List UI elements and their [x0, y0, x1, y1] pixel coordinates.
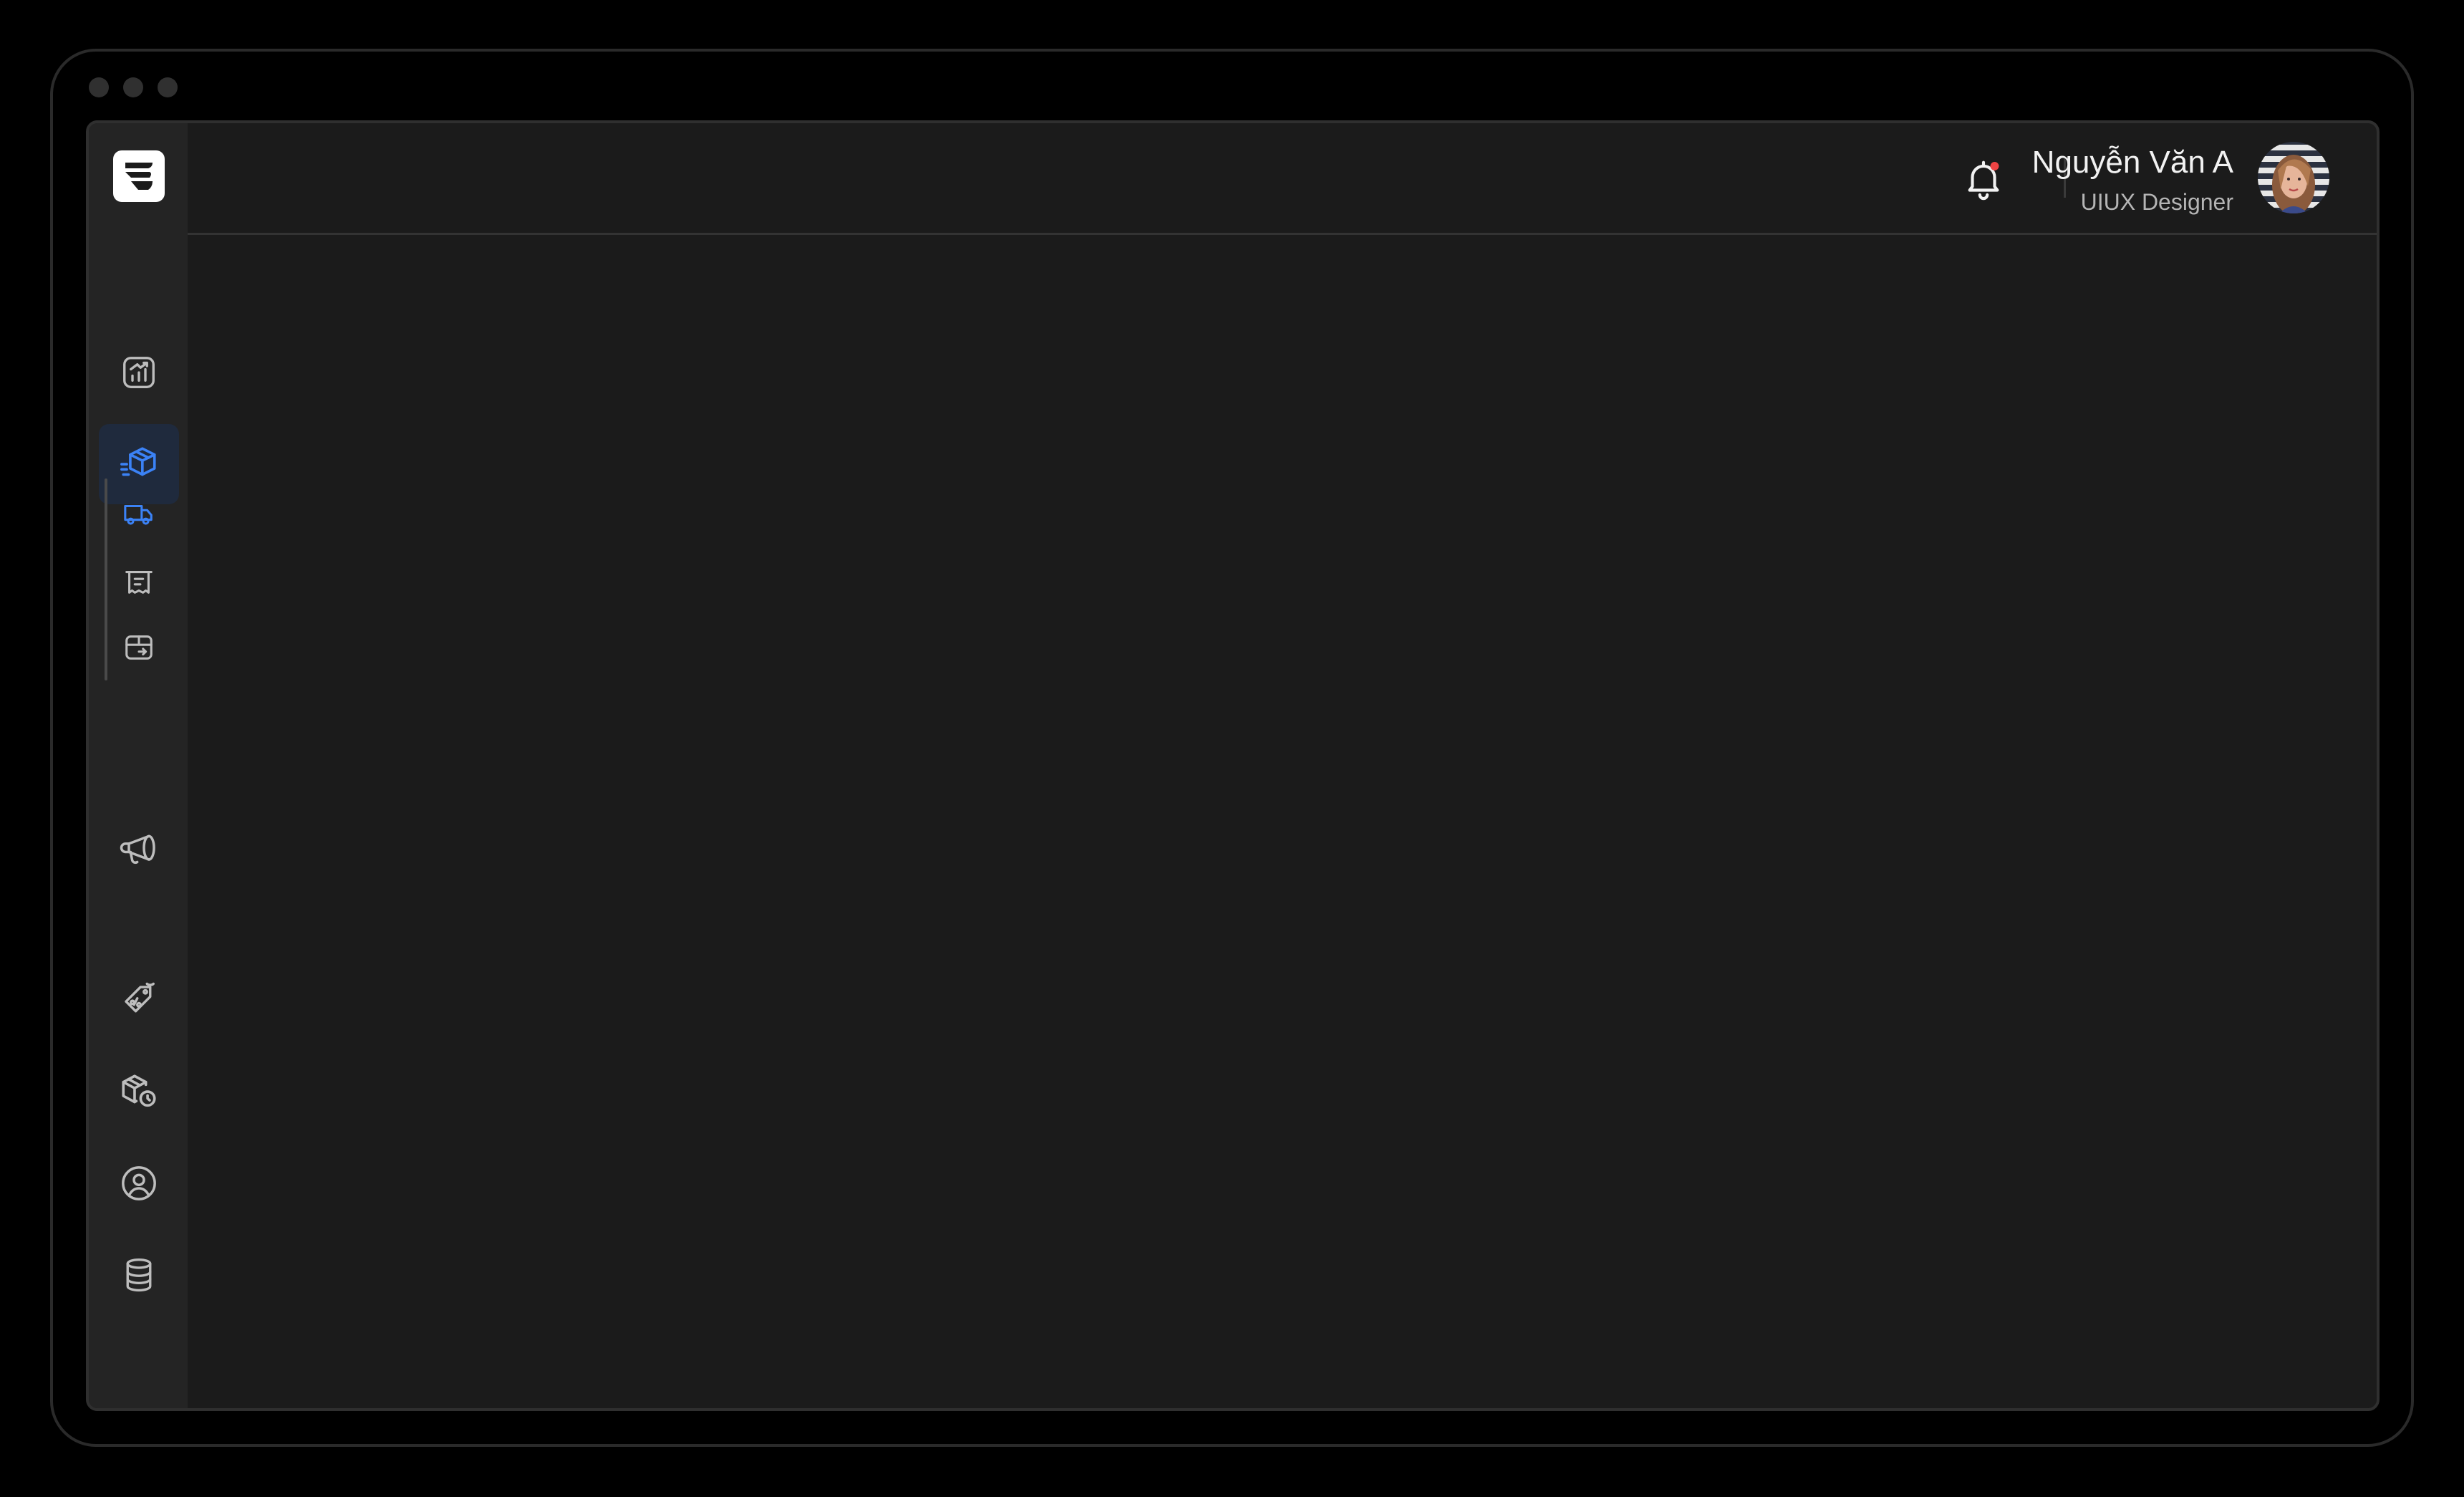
user-circle-icon [122, 1166, 156, 1200]
nav-sub-invoices[interactable] [110, 553, 168, 610]
box-delivery-icon [120, 447, 156, 476]
nav-inventory[interactable] [99, 1051, 179, 1132]
main-content [188, 237, 2377, 1408]
sidebar [89, 123, 188, 1408]
analytics-chart-icon [123, 357, 155, 388]
window-close-dot[interactable] [89, 77, 109, 97]
window-minimize-dot[interactable] [123, 77, 143, 97]
nav-database[interactable] [99, 1235, 179, 1315]
price-tag-icon [125, 982, 155, 1013]
app-window: Nguyễn Văn A UIUX Designer [86, 120, 2380, 1411]
nav-sub-shipping[interactable] [110, 486, 168, 543]
truck-icon [124, 504, 153, 525]
submenu-indicator-line [105, 478, 107, 680]
user-name: Nguyễn Văn A [2031, 145, 2233, 180]
device-frame: Nguyễn Văn A UIUX Designer [50, 49, 2414, 1447]
database-icon [126, 1258, 152, 1292]
receipt-icon [125, 571, 153, 594]
window-maximize-dot[interactable] [158, 77, 178, 97]
box-clock-icon [122, 1074, 156, 1107]
box-return-icon [125, 635, 153, 660]
nav-sub-returns[interactable] [110, 619, 168, 676]
avatar[interactable] [2258, 142, 2329, 213]
nav-marketing[interactable] [99, 809, 179, 890]
bell-icon [1968, 160, 1999, 201]
avatar-image [2272, 155, 2315, 213]
notification-dot [1990, 161, 1999, 170]
top-bar: Nguyễn Văn A UIUX Designer [188, 123, 2377, 235]
brand-logo-icon[interactable] [113, 150, 165, 202]
user-role: UIUX Designer [2080, 189, 2233, 215]
notification-button[interactable] [1956, 152, 2011, 206]
nav-customers[interactable] [99, 1143, 179, 1223]
nav-promotions[interactable] [99, 960, 179, 1040]
megaphone-icon [120, 834, 155, 864]
nav-analytics[interactable] [99, 332, 179, 413]
